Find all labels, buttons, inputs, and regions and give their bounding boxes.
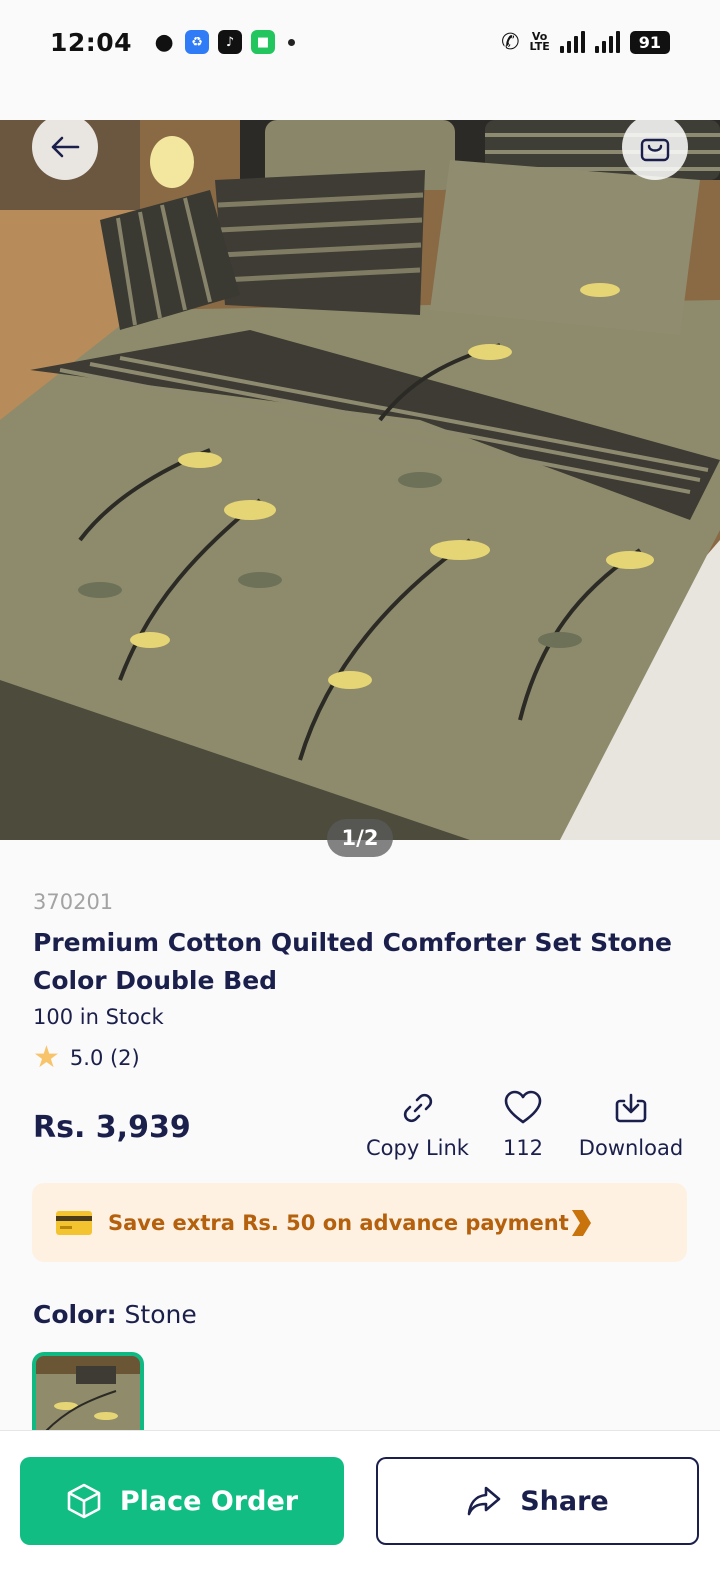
share-label: Share	[520, 1485, 609, 1517]
chat-bubble-icon: ●	[154, 29, 174, 55]
share-arrow-icon	[467, 1486, 501, 1516]
more-notifications-dot	[288, 38, 296, 46]
status-bar: 12:04 ● ♻ ♪ ■ ✆ Vo LTE 91	[0, 0, 720, 84]
product-sku: 370201	[33, 890, 114, 914]
battery-indicator: 91	[629, 30, 670, 54]
product-title: Premium Cotton Quilted Comforter Set Sto…	[33, 928, 672, 995]
place-order-label: Place Order	[119, 1485, 299, 1517]
download-label: Download	[578, 1136, 684, 1160]
stock-status: 100 in Stock	[33, 1005, 164, 1029]
download-icon	[615, 1093, 647, 1123]
color-selector-label: Color: Stone	[33, 1300, 197, 1329]
product-detail-screen: 12:04 ● ♻ ♪ ■ ✆ Vo LTE 91 1/2 370201 Pre…	[0, 0, 720, 1570]
wishlist-button[interactable]: 112	[496, 1090, 550, 1160]
place-order-button[interactable]: Place Order	[20, 1457, 344, 1545]
status-time: 12:04	[50, 27, 133, 57]
product-rating: ★ 5.0 (2)	[33, 1040, 140, 1075]
arrow-left-icon	[51, 136, 80, 158]
signal-icon-2	[594, 31, 620, 53]
swatch-thumbnail	[36, 1356, 140, 1432]
product-price: Rs. 3,939	[33, 1110, 191, 1145]
share-button[interactable]: Share	[376, 1457, 699, 1545]
rating-value: 5.0 (2)	[69, 1046, 140, 1070]
bottom-action-bar: Place Order Share	[0, 1430, 720, 1570]
image-counter: 1/2	[327, 819, 393, 857]
status-indicators: ✆ Vo LTE 91	[501, 30, 670, 55]
advance-payment-offer[interactable]: Save extra Rs. 50 on advance payment	[32, 1183, 687, 1262]
chevron-right-icon	[572, 1209, 591, 1236]
star-icon: ★	[33, 1040, 60, 1075]
notification-icons: ● ♻ ♪ ■	[152, 29, 296, 55]
wifi-calling-icon: ✆	[501, 29, 520, 55]
tiktok-icon: ♪	[218, 30, 243, 54]
signal-icon	[559, 31, 585, 53]
shop-app-icon: ■	[251, 30, 276, 54]
package-box-icon	[67, 1483, 101, 1519]
credit-card-icon	[56, 1210, 92, 1235]
product-image[interactable]	[0, 120, 720, 840]
color-label: Color:	[33, 1300, 117, 1329]
download-button[interactable]: Download	[575, 1090, 687, 1160]
color-swatch-stone[interactable]	[32, 1352, 144, 1432]
bed-photo-illustration	[0, 120, 720, 840]
offer-text: Save extra Rs. 50 on advance payment	[108, 1210, 569, 1235]
copy-link-button[interactable]: Copy Link	[365, 1090, 470, 1160]
copy-link-label: Copy Link	[366, 1136, 469, 1160]
likes-count: 112	[502, 1136, 544, 1160]
app-notification-icon: ♻	[185, 30, 210, 54]
selected-color: Stone	[124, 1300, 197, 1329]
heart-icon	[504, 1090, 542, 1124]
volte-indicator: Vo LTE	[529, 30, 550, 53]
shopping-bag-icon	[640, 138, 670, 162]
link-icon	[403, 1093, 432, 1123]
